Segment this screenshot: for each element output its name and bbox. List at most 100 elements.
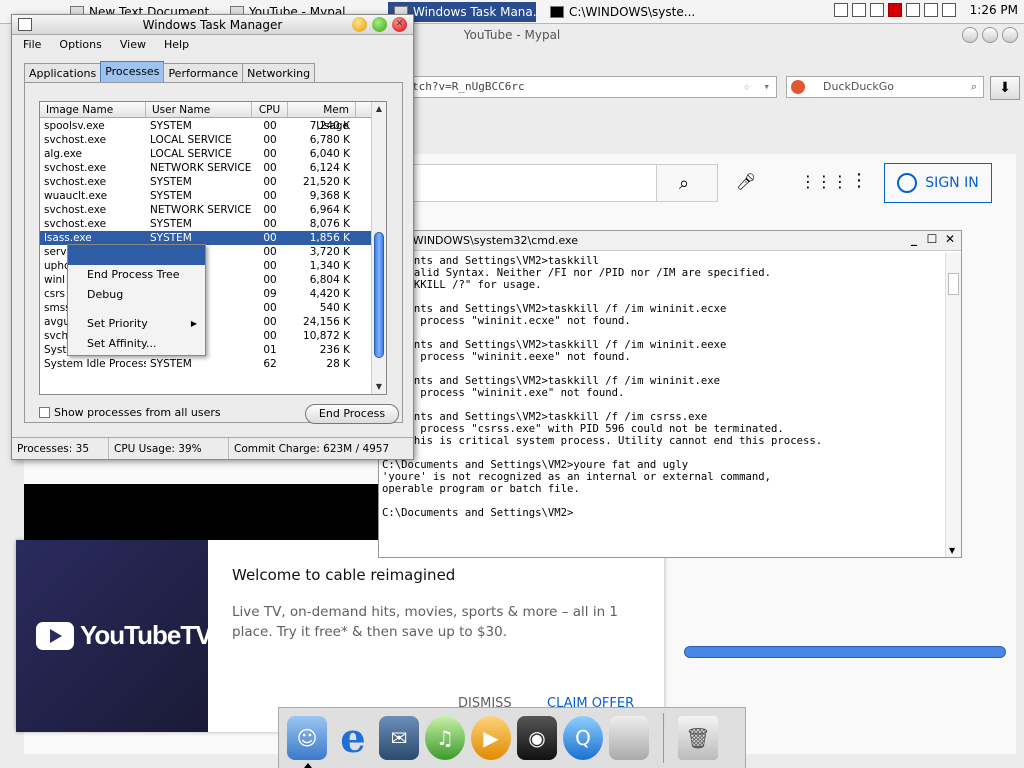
context-item-set-priority[interactable]: Set Priority ▶ <box>68 314 205 334</box>
end-process-button[interactable]: End Process <box>305 404 399 424</box>
menu-file[interactable]: File <box>14 35 50 55</box>
dvd-player-icon[interactable]: ◉ <box>517 716 557 760</box>
scroll-up-arrow-icon[interactable]: ▲ <box>372 102 386 116</box>
cmd-line: 'youre' is not recognized as an internal… <box>382 471 772 483</box>
cmd-title-bar[interactable]: \WINDOWS\system32\cmd.exe _ ☐ ✕ <box>379 231 961 251</box>
show-all-users-option[interactable]: Show processes from all users <box>39 406 221 419</box>
close-button[interactable]: ✕ <box>392 17 407 32</box>
network-tray-icon[interactable] <box>923 3 938 17</box>
row-cpu: 00 <box>263 204 277 216</box>
maximize-button[interactable] <box>372 17 387 32</box>
menu-help[interactable]: Help <box>155 35 198 55</box>
download-button[interactable]: ⬇ <box>990 76 1020 100</box>
minimize-icon[interactable]: _ <box>907 233 921 247</box>
table-row[interactable]: svchost.exe SYSTEM 00 21,520 K <box>40 175 372 189</box>
cmd-output[interactable]: ocuments and Settings\VM2>taskkill: Inva… <box>379 253 945 555</box>
context-item-end-process-tree[interactable]: End Process Tree <box>68 265 205 285</box>
cmd-window[interactable]: \WINDOWS\system32\cmd.exe _ ☐ ✕ ocuments… <box>378 230 962 558</box>
dropdown-arrow-icon[interactable]: ▾ <box>763 77 770 97</box>
table-row[interactable]: System Idle Process SYSTEM 62 28 K <box>40 357 372 371</box>
apple-icon[interactable] <box>609 716 649 760</box>
more-options-icon[interactable]: ⋮ <box>850 170 868 191</box>
youtube-search-input[interactable] <box>380 164 680 202</box>
row-user-name: SYSTEM <box>150 176 192 188</box>
search-icon[interactable]: ⌕ <box>971 77 977 97</box>
cmd-scroll-thumb[interactable] <box>948 273 959 295</box>
cmd-vertical-scrollbar[interactable]: ▼ <box>945 253 961 557</box>
table-row[interactable]: svchost.exe SYSTEM 00 8,076 K <box>40 217 372 231</box>
tab-performance[interactable]: Performance <box>163 63 244 83</box>
table-row[interactable]: svchost.exe NETWORK SERVICE 00 6,124 K <box>40 161 372 175</box>
column-image-name[interactable]: Image Name <box>40 102 146 117</box>
cmd-line: : The process "wininit.exe" not found. <box>382 387 625 399</box>
row-cpu: 01 <box>263 344 277 356</box>
table-row[interactable]: svchost.exe NETWORK SERVICE 00 6,964 K <box>40 203 372 217</box>
taskbar-button-cmd[interactable]: C:\WINDOWS\syste... <box>544 2 694 22</box>
minimize-button[interactable] <box>352 17 367 32</box>
quicktime-icon[interactable]: Q <box>563 716 603 760</box>
search-icon: ⌕ <box>679 173 690 194</box>
search-engine-box[interactable]: DuckDuckGo ⌕ <box>786 76 984 98</box>
menu-view[interactable]: View <box>111 35 155 55</box>
tab-networking[interactable]: Networking <box>242 63 316 83</box>
apps-grid-icon[interactable]: ⋮⋮⋮ <box>800 172 848 191</box>
browser-maximize-button[interactable] <box>982 27 998 43</box>
table-row[interactable]: alg.exe LOCAL SERVICE 00 6,040 K <box>40 147 372 161</box>
maximize-icon[interactable]: ☐ <box>925 233 939 247</box>
task-manager-window: Windows Task Manager ✕ File Options View… <box>11 14 414 460</box>
process-list-scrollbar[interactable]: ▲ ▼ <box>371 102 386 394</box>
row-mem-usage: 3,720 K <box>309 246 350 258</box>
cmd-line: ocuments and Settings\VM2>taskkill <box>382 255 599 267</box>
table-row[interactable]: spoolsv.exe SYSTEM 00 7,240 K <box>40 119 372 133</box>
row-image-name: svchost.exe <box>44 204 107 216</box>
menu-bar: File Options View Help <box>12 35 413 55</box>
address-bar[interactable]: tch?v=R_nUgBCC6rc ☆ ▾ <box>395 76 777 98</box>
process-context-menu: End Process Tree Debug Set Priority ▶ Se… <box>67 244 206 356</box>
antivirus-tray-icon[interactable] <box>887 3 902 17</box>
show-all-users-checkbox[interactable] <box>39 407 50 418</box>
trash-icon[interactable]: 🗑︎ <box>678 716 718 760</box>
task-manager-title-bar[interactable]: Windows Task Manager ✕ <box>12 15 413 35</box>
scroll-down-arrow-icon[interactable]: ▼ <box>949 546 955 555</box>
status-cpu-usage: CPU Usage: 39% <box>109 438 229 459</box>
microphone-icon[interactable]: 🎤︎ <box>736 172 756 191</box>
media-player-icon[interactable]: ▶ <box>471 716 511 760</box>
table-row[interactable]: lsass.exe SYSTEM 00 1,856 K <box>40 231 372 245</box>
scroll-down-arrow-icon[interactable]: ▼ <box>372 380 386 394</box>
youtube-search-button[interactable]: ⌕ <box>656 164 718 202</box>
table-row[interactable]: wuauclt.exe SYSTEM 00 9,368 K <box>40 189 372 203</box>
process-list-scroll-thumb[interactable] <box>374 232 384 358</box>
column-mem-usage[interactable]: Mem Usage <box>288 102 356 132</box>
task-manager-icon <box>18 18 32 31</box>
tray-icon-2[interactable] <box>851 3 866 17</box>
status-bar: Processes: 35 CPU Usage: 39% Commit Char… <box>12 437 413 459</box>
sign-in-button[interactable]: SIGN IN <box>884 163 992 203</box>
menu-options[interactable]: Options <box>50 35 110 55</box>
column-cpu[interactable]: CPU <box>252 102 288 117</box>
context-item-end-process[interactable] <box>68 245 205 265</box>
tray-icon-5[interactable] <box>905 3 920 17</box>
tab-applications[interactable]: Applications <box>24 63 102 83</box>
finder-icon[interactable]: ☺ <box>287 716 327 768</box>
bookmark-star-icon[interactable]: ☆ <box>743 77 750 97</box>
cmd-line: : The process "csrss.exe" with PID 596 c… <box>382 423 784 435</box>
row-cpu: 00 <box>263 316 277 328</box>
table-row[interactable]: svchost.exe LOCAL SERVICE 00 6,780 K <box>40 133 372 147</box>
browser-minimize-button[interactable] <box>962 27 978 43</box>
close-icon[interactable]: ✕ <box>943 233 957 247</box>
mail-icon[interactable]: ✉ <box>379 716 419 760</box>
itunes-icon[interactable]: ♫ <box>425 716 465 760</box>
tab-processes[interactable]: Processes <box>100 61 165 83</box>
column-user-name[interactable]: User Name <box>146 102 252 117</box>
tray-icon-3[interactable] <box>869 3 884 17</box>
horizontal-scrollbar[interactable] <box>684 646 1006 658</box>
context-item-set-affinity[interactable]: Set Affinity... <box>68 334 205 354</box>
context-item-debug[interactable]: Debug <box>68 285 205 305</box>
browser-close-button[interactable] <box>1002 27 1018 43</box>
youtube-tv-logo: YouTubeTV <box>36 620 213 651</box>
row-image-name: svchost.exe <box>44 176 107 188</box>
tray-icon-1[interactable] <box>833 3 848 17</box>
row-image-name: System Idle Process <box>44 358 146 370</box>
internet-explorer-icon[interactable]: e <box>333 715 373 762</box>
volume-tray-icon[interactable] <box>941 3 956 17</box>
